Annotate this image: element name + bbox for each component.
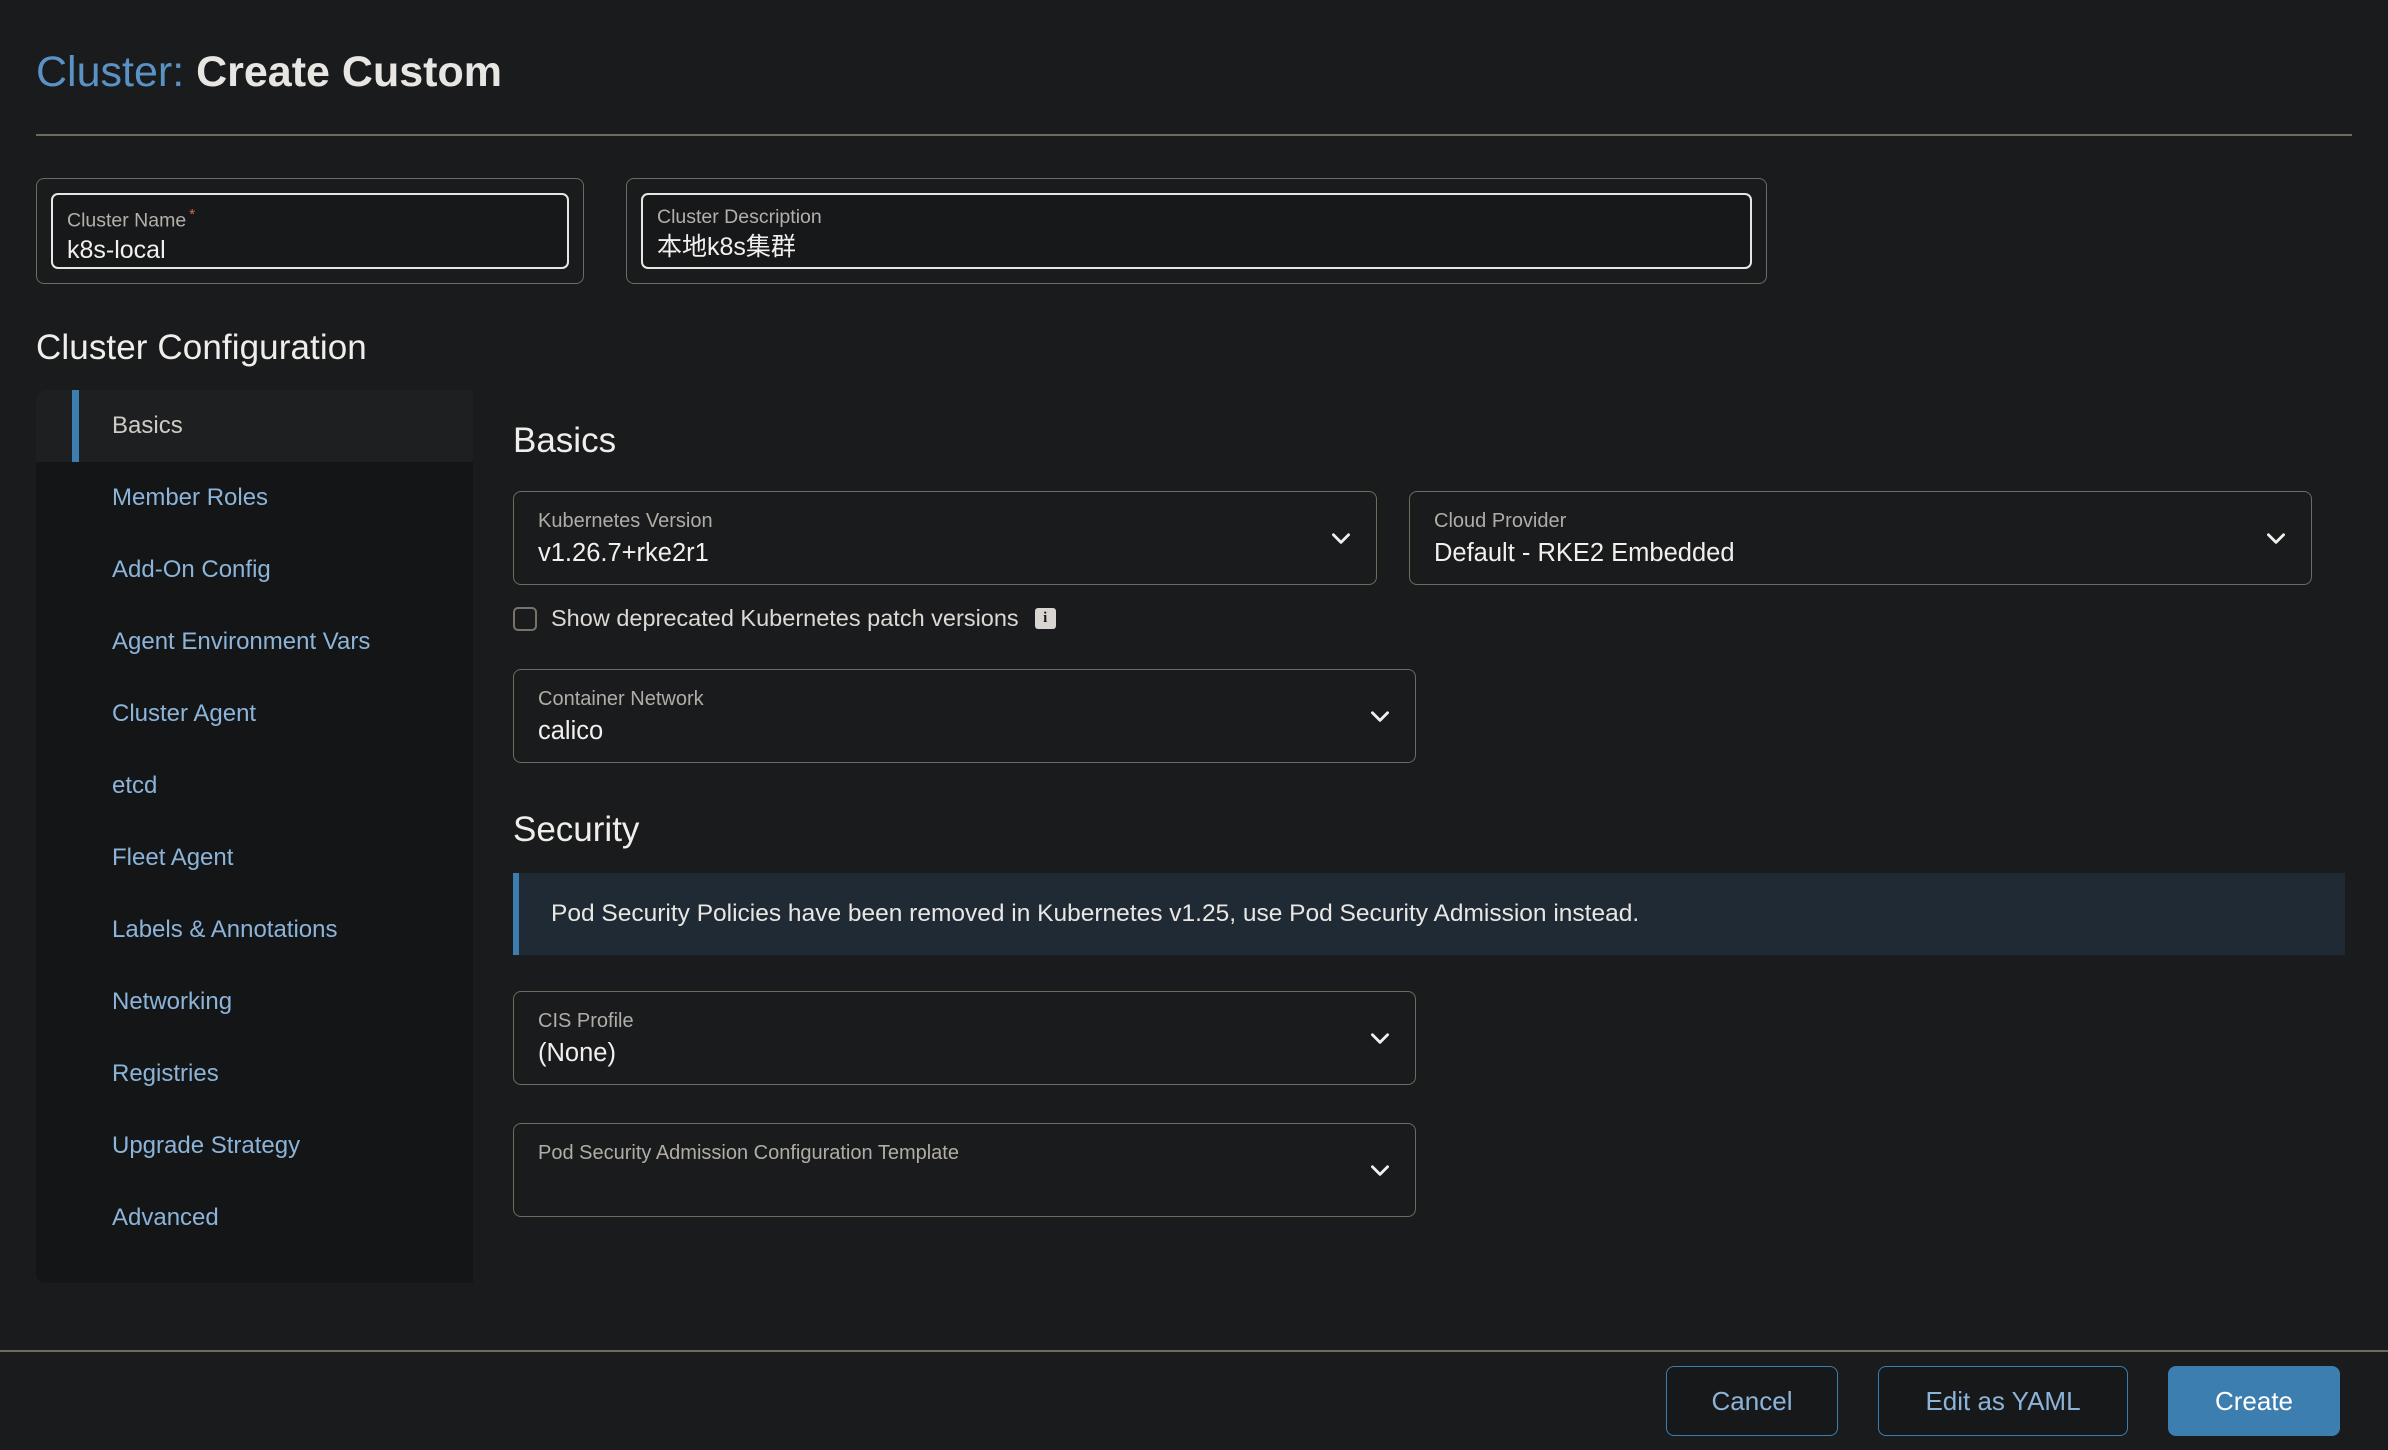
info-icon[interactable]: i [1034,608,1056,630]
cluster-description-label: Cluster Description [657,206,822,229]
sidebar-item-label: Networking [112,988,233,1016]
chevron-down-icon [1367,1025,1393,1051]
sidebar-item-label: Member Roles [112,484,269,512]
chevron-down-icon [1328,525,1354,551]
create-custom-cluster-page: Cluster: Create Custom Cluster Name * k8s… [0,0,2388,1450]
security-heading: Security [513,809,640,849]
sidebar-item-registries[interactable]: Registries [36,1038,473,1110]
page-title: Cluster: Create Custom [36,48,2352,97]
pod-security-admission-template-label: Pod Security Admission Configuration Tem… [538,1141,959,1164]
show-deprecated-row[interactable]: Show deprecated Kubernetes patch version… [513,607,2312,631]
sidebar-item-labels-annotations[interactable]: Labels & Annotations [36,894,473,966]
sidebar-item-label: Fleet Agent [112,844,234,872]
show-deprecated-checkbox[interactable] [513,606,537,631]
cluster-name-label: Cluster Name * [67,207,553,232]
chevron-down-icon [1367,1157,1393,1183]
pod-security-admission-template-select[interactable]: Pod Security Admission Configuration Tem… [513,1122,1416,1217]
sidebar-item-label: Advanced [112,1204,219,1232]
cluster-name-value: k8s-local [67,236,166,265]
cluster-identity-row: Cluster Name * k8s-local Cluster Descript… [0,136,2388,285]
container-network-value: calico [538,716,604,745]
page-title-suffix: Create Custom [196,48,502,96]
edit-as-yaml-button[interactable]: Edit as YAML [1878,1366,2128,1436]
container-network-select[interactable]: Container Network calico [513,668,1416,763]
sidebar-item-member-roles[interactable]: Member Roles [36,462,473,534]
sidebar-item-label: Registries [112,1060,219,1088]
cancel-button[interactable]: Cancel [1666,1366,1838,1436]
sidebar-item-label: Add-On Config [112,556,271,584]
pod-security-banner-text: Pod Security Policies have been removed … [551,900,1640,928]
sidebar-item-basics[interactable]: Basics [36,390,473,463]
pod-security-banner: Pod Security Policies have been removed … [513,873,2345,955]
sidebar-item-advanced[interactable]: Advanced [36,1182,473,1254]
cluster-configuration-body: Basics Member Roles Add-On Config Agent … [36,390,2352,1284]
basics-heading: Basics [513,421,617,461]
cloud-provider-label: Cloud Provider [1434,509,1567,532]
cloud-provider-select[interactable]: Cloud Provider Default - RKE2 Embedded [1409,490,2312,585]
cloud-provider-value: Default - RKE2 Embedded [1434,538,1735,567]
chevron-down-icon [1367,703,1393,729]
cis-profile-value: (None) [538,1038,616,1067]
sidebar-item-label: Agent Environment Vars [112,628,371,656]
cluster-description-input[interactable]: Cluster Description 本地k8s集群 [641,193,1752,270]
sidebar-item-label: Cluster Agent [112,700,257,728]
sidebar-item-label: Upgrade Strategy [112,1132,301,1160]
sidebar-item-etcd[interactable]: etcd [36,750,473,822]
page-footer: Cancel Edit as YAML Create [0,1350,2388,1450]
cluster-name-label-text: Cluster Name [67,209,187,232]
show-deprecated-label: Show deprecated Kubernetes patch version… [551,605,1019,632]
sidebar-item-label: Basics [112,412,183,440]
kubernetes-version-select[interactable]: Kubernetes Version v1.26.7+rke2r1 [513,490,1377,585]
config-sidebar: Basics Member Roles Add-On Config Agent … [36,390,473,1284]
page-header: Cluster: Create Custom [0,0,2388,137]
sidebar-item-add-on-config[interactable]: Add-On Config [36,534,473,606]
cluster-name-field-wrapper: Cluster Name * k8s-local [36,178,584,285]
cluster-name-input[interactable]: Cluster Name * k8s-local [51,193,569,270]
sidebar-item-fleet-agent[interactable]: Fleet Agent [36,822,473,894]
cis-profile-select[interactable]: CIS Profile (None) [513,990,1416,1085]
version-provider-row: Kubernetes Version v1.26.7+rke2r1 Cloud … [513,490,2312,585]
cluster-description-value: 本地k8s集群 [657,232,796,261]
required-asterisk: * [189,206,196,224]
cluster-description-field-wrapper: Cluster Description 本地k8s集群 [626,178,1767,285]
cluster-configuration-heading: Cluster Configuration [36,328,367,368]
sidebar-item-upgrade-strategy[interactable]: Upgrade Strategy [36,1110,473,1182]
sidebar-item-agent-environment-vars[interactable]: Agent Environment Vars [36,606,473,678]
create-button[interactable]: Create [2168,1366,2340,1436]
kubernetes-version-value: v1.26.7+rke2r1 [538,538,709,567]
page-title-prefix: Cluster: [36,48,185,96]
chevron-down-icon [2263,525,2289,551]
sidebar-item-label: etcd [112,772,158,800]
kubernetes-version-label: Kubernetes Version [538,509,713,532]
sidebar-item-cluster-agent[interactable]: Cluster Agent [36,678,473,750]
cis-profile-label: CIS Profile [538,1009,634,1032]
container-network-label: Container Network [538,687,704,710]
sidebar-item-label: Labels & Annotations [112,916,338,944]
sidebar-item-networking[interactable]: Networking [36,966,473,1038]
config-content-panel: Basics Kubernetes Version v1.26.7+rke2r1… [473,390,2352,1284]
